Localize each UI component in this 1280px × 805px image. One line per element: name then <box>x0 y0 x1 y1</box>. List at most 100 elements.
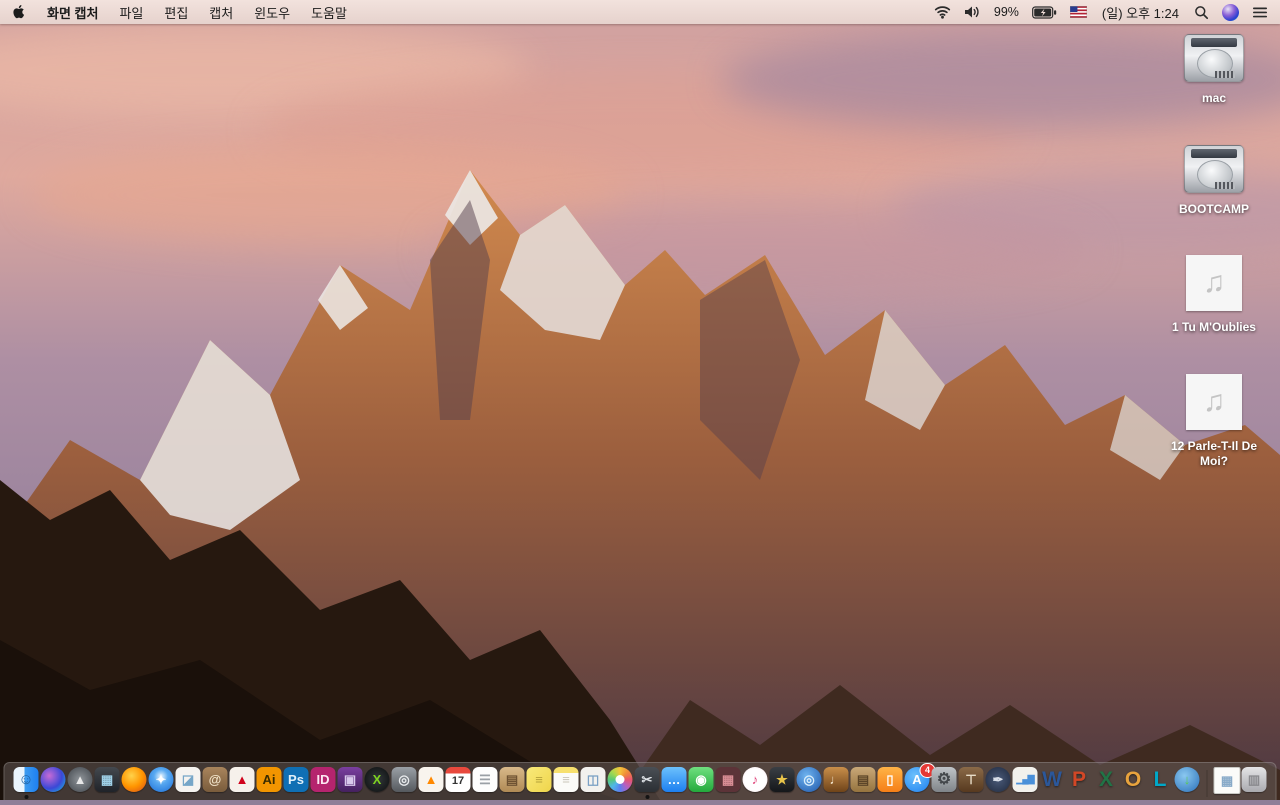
menu-item-4[interactable]: 도움말 <box>311 3 347 22</box>
wifi-icon <box>934 6 951 19</box>
list-icon <box>1253 7 1267 17</box>
dock-item-facetime[interactable]: ◉ <box>688 767 715 800</box>
dock-item-numbers[interactable]: ▁▄▇ <box>1012 767 1039 800</box>
dock-item-vlc[interactable]: ▲ <box>418 767 445 800</box>
volume-icon <box>964 6 979 18</box>
dock-item-dvd-player[interactable]: ◎ <box>391 767 418 800</box>
menu-item-3[interactable]: 윈도우 <box>254 3 290 22</box>
menu-item-2[interactable]: 캡처 <box>209 3 233 22</box>
battery-charging-icon <box>1032 5 1057 19</box>
dock-item-calendar[interactable]: 17 <box>445 767 472 800</box>
active-app-menu[interactable]: 화면 캡처 <box>47 3 98 22</box>
dock-item-ibooks[interactable]: ▯ <box>877 767 904 800</box>
dock-item-photo-booth[interactable]: ▦ <box>715 767 742 800</box>
dock-item-mission-control[interactable]: ▦ <box>94 767 121 800</box>
illustrator-icon: Ai <box>256 767 282 792</box>
audio-file-icon: ♫ <box>1185 255 1242 312</box>
dock-item-photos[interactable] <box>607 767 634 800</box>
desktop-icon-label: BOOTCAMP <box>1179 201 1249 216</box>
spotlight-menu-item[interactable] <box>1194 5 1209 20</box>
volume-menu-item[interactable] <box>964 5 981 19</box>
dock-item-downloads[interactable]: ▦ <box>1213 767 1241 800</box>
menu-bar-clock[interactable]: (일) 오후 1:24 <box>1100 3 1181 22</box>
battery-percent: 99% <box>993 5 1019 19</box>
desktop-icon-label: mac <box>1201 91 1227 105</box>
menu-bar-left: 화면 캡처 파일 편집 캡처 윈도우 도움말 <box>12 3 347 22</box>
running-indicator <box>645 795 649 799</box>
software-update-icon: ◫ <box>580 767 606 792</box>
acrobat-icon: ▲ <box>229 767 255 792</box>
dock-item-video-converter[interactable]: ◎ <box>796 767 823 800</box>
dock-item-word[interactable]: W <box>1039 767 1066 800</box>
pages-icon: ✒ <box>985 767 1011 792</box>
safari-icon: ✦ <box>148 767 174 792</box>
dock-item-system-preferences[interactable]: ⚙ <box>931 767 958 800</box>
dock-item-launchpad[interactable]: ▲ <box>67 767 94 800</box>
dock-item-keynote[interactable]: ⊤ <box>958 767 985 800</box>
search-icon <box>1195 5 1209 19</box>
dock-item-messages[interactable]: … <box>661 767 688 800</box>
dock-item-itunes[interactable]: ♪ <box>742 767 769 800</box>
dock-item-photoshop[interactable]: Ps <box>283 767 310 800</box>
hard-drive-icon <box>1184 34 1244 82</box>
dock-item-trash[interactable]: ▥ <box>1241 767 1268 800</box>
notes-icon: ≡ <box>553 767 579 792</box>
desktop-icon-parle-t-il-de-moi[interactable]: ♫ 12 Parle-T-Il De Moi? <box>1157 373 1271 470</box>
mission-control-icon: ▦ <box>94 767 120 792</box>
dock-item-notes[interactable]: ≡ <box>553 767 580 800</box>
hard-drive-icon <box>1184 144 1244 193</box>
siri-icon <box>40 767 66 792</box>
dock-item-grab[interactable]: ✂ <box>634 767 661 800</box>
notification-center-menu-item[interactable] <box>1252 6 1268 19</box>
dock-item-contacts[interactable]: @ <box>202 767 229 800</box>
dock-item-lync[interactable]: L <box>1147 767 1174 800</box>
dock-item-finder[interactable]: ☺ <box>13 767 40 800</box>
dock-item-acrobat[interactable]: ▲ <box>229 767 256 800</box>
desktop-icon-mac[interactable]: mac <box>1184 34 1244 107</box>
dock-item-software-update[interactable]: ◫ <box>580 767 607 800</box>
lync-icon: L <box>1153 768 1167 791</box>
photoshop-icon: Ps <box>283 767 309 792</box>
wifi-menu-item[interactable] <box>934 5 951 19</box>
photos-icon <box>607 767 633 792</box>
download-manager-icon: ↓ <box>1174 767 1200 792</box>
dock-item-publishing-app[interactable]: ▤ <box>850 767 877 800</box>
dock-item-illustrator[interactable]: Ai <box>256 767 283 800</box>
dock-item-toast[interactable]: ▣ <box>337 767 364 800</box>
menu-item-0[interactable]: 파일 <box>119 3 143 22</box>
dock-item-safari[interactable]: ✦ <box>148 767 175 800</box>
dock-item-indesign[interactable]: ID <box>310 767 337 800</box>
dock-item-stickies[interactable]: ≡ <box>526 767 553 800</box>
dock-item-firefox[interactable] <box>121 767 148 800</box>
dock-item-siri[interactable] <box>40 767 67 800</box>
dock-item-reminders[interactable]: ☰ <box>472 767 499 800</box>
us-flag-icon <box>1069 6 1087 18</box>
app-menus: 파일 편집 캡처 윈도우 도움말 <box>119 3 347 22</box>
desktop-icon-bootcamp[interactable]: BOOTCAMP <box>1179 144 1249 218</box>
dock-item-archive-utility[interactable]: ▤ <box>499 767 526 800</box>
apple-menu[interactable] <box>12 4 25 20</box>
dock-item-pages[interactable]: ✒ <box>985 767 1012 800</box>
menu-item-1[interactable]: 편집 <box>164 3 188 22</box>
siri-menu-item[interactable] <box>1222 3 1239 21</box>
battery-menu-item[interactable] <box>1032 5 1057 19</box>
video-converter-icon: ◎ <box>796 767 822 792</box>
dock-item-preview[interactable]: ◪ <box>175 767 202 800</box>
trash-icon: ▥ <box>1241 767 1267 792</box>
dock-item-xld[interactable]: X <box>364 767 391 800</box>
desktop-icon-tu-moublies[interactable]: ♫ 1 Tu M'Oublies <box>1172 255 1256 336</box>
audio-file-icon: ♫ <box>1186 373 1242 430</box>
apple-logo-icon <box>13 5 25 19</box>
dock-item-garageband[interactable]: ♩ <box>823 767 850 800</box>
dock-item-powerpoint[interactable]: P <box>1066 767 1093 800</box>
publishing-app-icon: ▤ <box>850 767 876 792</box>
dock-item-excel[interactable]: X <box>1093 767 1120 800</box>
dock-item-download-manager[interactable]: ↓ <box>1174 767 1201 800</box>
input-source-menu-item[interactable] <box>1069 6 1087 18</box>
dock-item-imovie-hd[interactable]: ★ <box>769 767 796 800</box>
running-indicator <box>24 795 28 799</box>
dock-item-outlook[interactable]: O <box>1120 767 1147 800</box>
dock-item-app-store[interactable]: A4 <box>904 763 936 800</box>
desktop-icon-label: 1 Tu M'Oublies <box>1172 320 1256 335</box>
vlc-icon: ▲ <box>418 767 444 792</box>
